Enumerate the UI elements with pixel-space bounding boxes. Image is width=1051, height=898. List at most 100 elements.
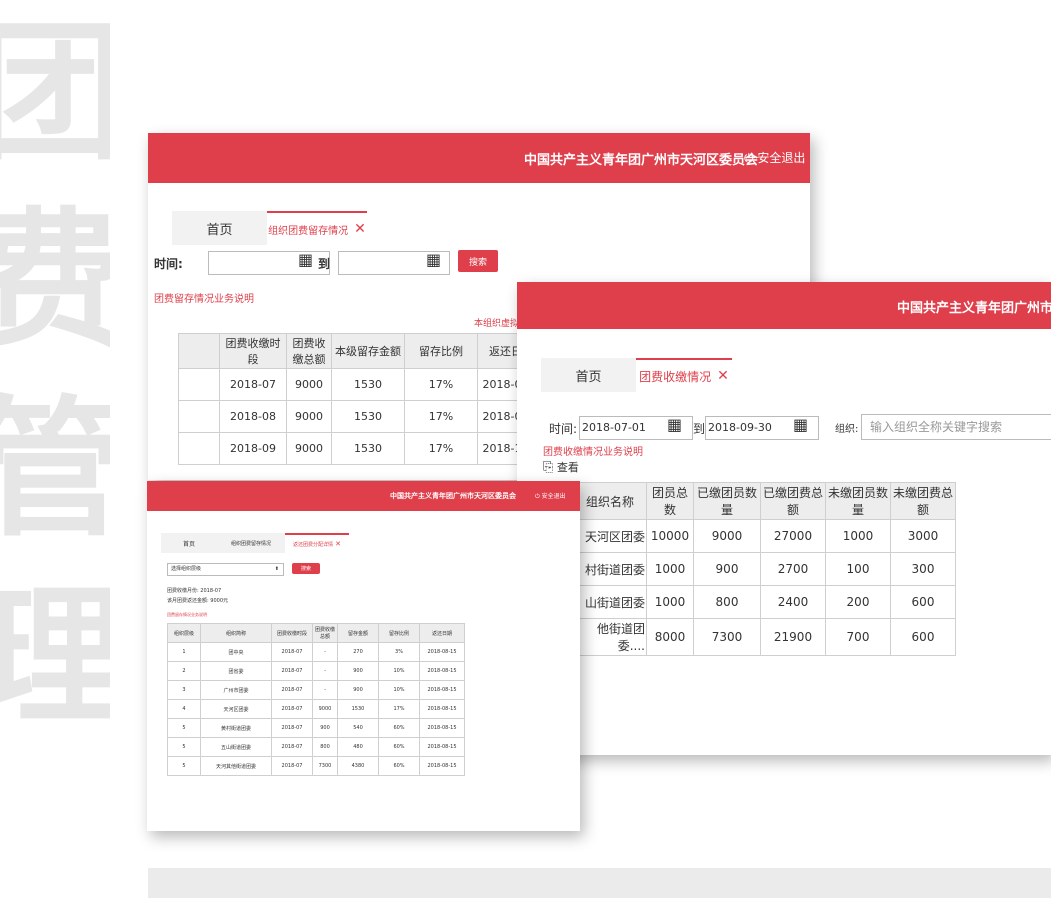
tab-home[interactable]: 首页 bbox=[541, 358, 636, 392]
big-char-1: 团 bbox=[0, 7, 110, 181]
retention-table: 团费收缴时段 团费收缴总额 本级留存金额 留存比例 返还日期 2018-07 9… bbox=[178, 333, 545, 465]
table-cell: 900 bbox=[693, 552, 761, 586]
column-header: 留存比例 bbox=[378, 623, 420, 643]
tab-retention-label: 组织团费留存情况 bbox=[230, 540, 271, 547]
tab-retention-label: 组织团费留存情况 bbox=[268, 225, 349, 237]
table-cell: 4 bbox=[167, 699, 201, 719]
table-row: 5 五山街道团委 2018-07 800 480 60% 2018-08-15 bbox=[167, 737, 465, 757]
table-cell: 27000 bbox=[760, 519, 826, 553]
table-cell: 村街道团委 bbox=[573, 552, 647, 586]
tab-retention[interactable]: 组织团费留存情况 ✕ bbox=[267, 211, 367, 245]
column-header: 已缴团员数量 bbox=[693, 482, 761, 520]
table-cell: 2018-08 bbox=[219, 400, 287, 433]
table-cell: 9000 bbox=[286, 400, 332, 433]
table-cell: 9000 bbox=[693, 519, 761, 553]
table-row: 4 天河区团委 2018-07 9000 1530 17% 2018-08-15 bbox=[167, 699, 465, 719]
table-cell: 700 bbox=[825, 618, 891, 656]
org-title: 中国共产主义青年团广州市天河 bbox=[897, 301, 1051, 316]
table-cell: 600 bbox=[890, 618, 956, 656]
search-button[interactable]: 搜索 bbox=[292, 563, 320, 574]
table-cell: 2018-08-15 bbox=[419, 718, 465, 738]
table-cell: 1530 bbox=[331, 432, 405, 465]
table-cell: 270 bbox=[337, 642, 379, 662]
column-header: 团费收缴时段 bbox=[271, 623, 313, 643]
collection-table: 组织名称 团员总数 已缴团员数量 已缴团费总额 未缴团员数量 未缴团费总额 天河… bbox=[573, 482, 956, 656]
date-to-value: 2018-09-30 bbox=[708, 421, 772, 434]
bottom-band bbox=[148, 868, 1051, 898]
close-icon[interactable]: ✕ bbox=[354, 221, 366, 237]
column-header: 组织简称 bbox=[200, 623, 272, 643]
table-row: 3 广州市团委 2018-07 - 900 10% 2018-08-15 bbox=[167, 680, 465, 700]
top-bar: 中国共产主义青年团广州市天河 bbox=[517, 282, 1051, 329]
tab-refund-detail[interactable]: 返还团费分配详情 ✕ bbox=[285, 533, 349, 553]
column-header: 团费收缴总额 bbox=[312, 623, 338, 643]
view-icon: ⎘ bbox=[543, 460, 554, 475]
column-header: 已缴团费总额 bbox=[760, 482, 826, 520]
table-cell: 1530 bbox=[331, 400, 405, 433]
table-cell: 2018-08-15 bbox=[419, 642, 465, 662]
search-button[interactable]: 搜索 bbox=[458, 250, 498, 272]
table-cell bbox=[178, 368, 220, 401]
table-cell: 9000 bbox=[286, 368, 332, 401]
table-cell: 10000 bbox=[646, 519, 694, 553]
tab-home[interactable]: 首页 bbox=[172, 211, 267, 245]
table-cell: 他街道团委.... bbox=[573, 618, 647, 656]
tab-bar: 首页 组织团费留存情况 返还团费分配详情 ✕ bbox=[161, 533, 349, 553]
calendar-icon[interactable]: ▦ bbox=[426, 250, 441, 269]
table-cell: 天河区团委 bbox=[573, 519, 647, 553]
table-cell: 10% bbox=[378, 661, 420, 681]
tab-home-label: 首页 bbox=[575, 369, 602, 385]
table-cell: 五山街道团委 bbox=[200, 737, 272, 757]
close-icon[interactable]: ✕ bbox=[717, 368, 729, 384]
table-cell: 800 bbox=[693, 585, 761, 619]
org-search-input[interactable]: 输入组织全称关键字搜索 bbox=[861, 414, 1051, 440]
table-cell: 300 bbox=[890, 552, 956, 586]
table-cell: 21900 bbox=[760, 618, 826, 656]
table-cell: 2018-08-15 bbox=[419, 699, 465, 719]
tab-retention[interactable]: 组织团费留存情况 bbox=[217, 533, 285, 553]
table-cell: 山街道团委 bbox=[573, 585, 647, 619]
table-cell: 7300 bbox=[312, 756, 338, 776]
power-icon: ⏻ bbox=[744, 151, 758, 165]
column-header: 留存金额 bbox=[337, 623, 379, 643]
help-link[interactable]: 团费留存情况业务说明 bbox=[154, 290, 254, 305]
view-label: 查看 bbox=[556, 461, 579, 474]
table-cell: 900 bbox=[337, 680, 379, 700]
top-bar: 中国共产主义青年团广州市天河区委员会 ⏻ 安全退出 bbox=[147, 481, 580, 511]
help-link[interactable]: 团费收缴情况业务说明 bbox=[543, 443, 643, 458]
level-select[interactable]: 选择组织层级 ⬍ bbox=[167, 563, 284, 576]
logout-label: 安全退出 bbox=[541, 493, 566, 500]
table-cell: 3% bbox=[378, 642, 420, 662]
table-cell: 1530 bbox=[337, 699, 379, 719]
calendar-icon[interactable]: ▦ bbox=[298, 250, 313, 269]
org-label: 组织: bbox=[835, 424, 859, 435]
table-cell: 2018-07 bbox=[271, 756, 313, 776]
calendar-icon[interactable]: ▦ bbox=[793, 415, 808, 434]
tab-refund-label: 返还团费分配详情 bbox=[293, 541, 334, 548]
table-cell: 8000 bbox=[646, 618, 694, 656]
view-button[interactable]: ⎘ 查看 bbox=[543, 459, 579, 475]
panel-collection: 中国共产主义青年团广州市天河 首页 团费收缴情况 ✕ 时间: 2018-07-01… bbox=[517, 282, 1051, 755]
tab-home[interactable]: 首页 bbox=[161, 533, 217, 553]
table-cell: 17% bbox=[404, 400, 478, 433]
table-cell: 2400 bbox=[760, 585, 826, 619]
help-link[interactable]: 团费留存情况业务说明 bbox=[167, 612, 207, 618]
tab-bar: 首页 组织团费留存情况 ✕ bbox=[172, 211, 367, 245]
tab-collection[interactable]: 团费收缴情况 ✕ bbox=[636, 358, 732, 392]
org-search-placeholder: 输入组织全称关键字搜索 bbox=[870, 420, 1003, 434]
logout-button[interactable]: ⏻ 安全退出 bbox=[535, 491, 566, 501]
table-cell: 广州市团委 bbox=[200, 680, 272, 700]
table-cell bbox=[178, 432, 220, 465]
table-cell: 800 bbox=[312, 737, 338, 757]
table-cell: 2700 bbox=[760, 552, 826, 586]
table-cell: 17% bbox=[378, 699, 420, 719]
table-cell: 团省委 bbox=[200, 661, 272, 681]
calendar-icon[interactable]: ▦ bbox=[667, 415, 682, 434]
close-icon[interactable]: ✕ bbox=[335, 540, 341, 548]
org-title: 中国共产主义青年团广州市天河区委员会 bbox=[524, 153, 759, 168]
table-cell: 60% bbox=[378, 737, 420, 757]
date-from-value: 2018-07-01 bbox=[582, 421, 646, 434]
table-cell: - bbox=[312, 642, 338, 662]
top-bar: 中国共产主义青年团广州市天河区委员会 ⏻ 安全退出 bbox=[148, 133, 810, 183]
logout-button[interactable]: ⏻ 安全退出 bbox=[744, 149, 805, 166]
